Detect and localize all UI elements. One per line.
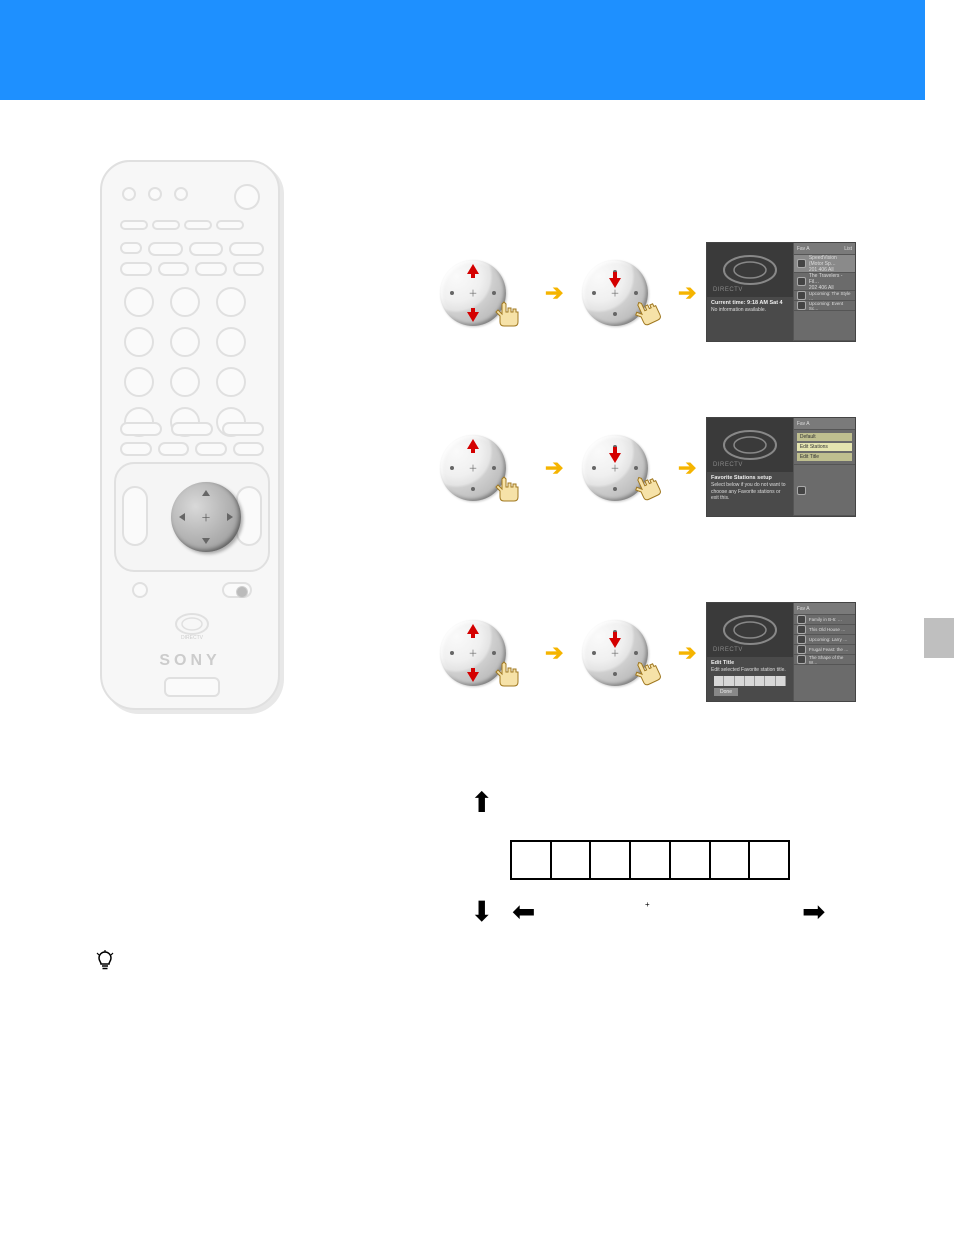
arrow-down-icon	[467, 668, 479, 682]
tip-lightbulb-icon	[95, 950, 115, 977]
arrow-press-icon	[609, 447, 621, 463]
screen-preview-2: DIRECTV Favorite Stations setup Select b…	[706, 417, 856, 517]
arrow-right-black-icon: ➡	[802, 895, 825, 928]
arrow-up-icon	[467, 264, 479, 278]
remote-body: ＋ DIRECTV SONY	[100, 160, 280, 710]
step-1-row: ＋ ➔ ＋ ➔ DIRECTV Current time: 9:18 AM Sa…	[440, 250, 860, 370]
step-3-row: ＋ ➔ ＋ ➔ DIRECTV Edit Title Edit selected…	[440, 610, 860, 730]
arrow-down-icon	[467, 308, 479, 322]
arrow-right-icon: ➔	[678, 455, 696, 481]
title-input-cells	[510, 840, 790, 880]
screen-preview-3: DIRECTV Edit Title Edit selected Favorit…	[706, 602, 856, 702]
step-2-row: ＋ ➔ ＋ ➔ DIRECTV Favorite Stations setup …	[440, 425, 860, 545]
arrow-right-icon: ➔	[545, 280, 563, 306]
joystick-highlight: ＋	[171, 482, 241, 552]
arrow-right-icon: ➔	[678, 280, 696, 306]
arrow-down-black-icon: ⬇	[470, 895, 493, 928]
title-edit-diagram: ⬆ ⬇ ⬅ ➡ +	[450, 780, 840, 960]
joystick-center-symbol: +	[645, 900, 650, 909]
top-banner	[0, 0, 925, 100]
hand-point-icon	[492, 660, 522, 690]
arrow-right-icon: ➔	[545, 640, 563, 666]
arrow-left-black-icon: ⬅	[512, 895, 535, 928]
remote-illustration: ＋ DIRECTV SONY	[100, 160, 290, 720]
side-tab	[924, 618, 954, 658]
arrow-up-black-icon: ⬆	[470, 786, 493, 819]
arrow-right-icon: ➔	[678, 640, 696, 666]
screen-preview-1: DIRECTV Current time: 9:18 AM Sat 4 No i…	[706, 242, 856, 342]
directv-label: DIRECTV	[181, 635, 204, 641]
arrow-press-icon	[609, 272, 621, 288]
directv-logo-icon: DIRECTV	[172, 612, 212, 642]
arrow-right-icon: ➔	[545, 455, 563, 481]
arrow-up-icon	[467, 439, 479, 453]
arrow-press-icon	[609, 632, 621, 648]
hand-point-icon	[492, 300, 522, 330]
brand-label: SONY	[102, 652, 278, 670]
arrow-up-icon	[467, 624, 479, 638]
hand-point-icon	[492, 475, 522, 505]
